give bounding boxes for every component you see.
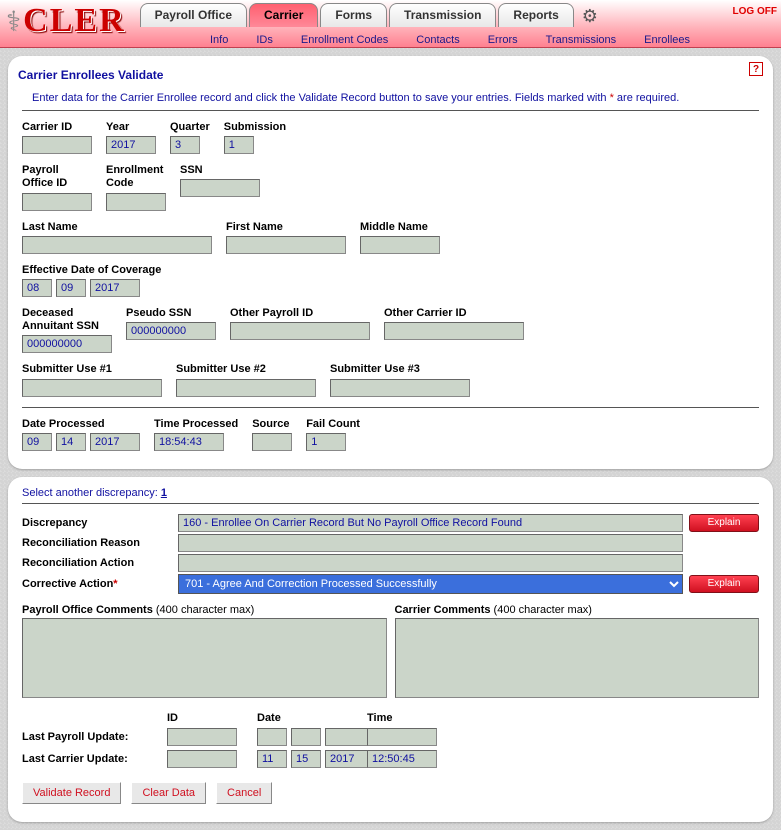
tab-forms[interactable]: Forms bbox=[320, 3, 387, 27]
recon-reason-value bbox=[178, 534, 683, 552]
select-discrepancy-row: Select another discrepancy: 1 bbox=[22, 487, 759, 499]
dp-mm-field[interactable] bbox=[22, 433, 52, 451]
validate-record-button[interactable]: Validate Record bbox=[22, 782, 121, 804]
other-carrier-id-field[interactable] bbox=[384, 322, 524, 340]
lcu-dd-field[interactable] bbox=[291, 750, 321, 768]
deceased-ssn-field[interactable] bbox=[22, 335, 112, 353]
explain-corrective-button[interactable]: Explain bbox=[689, 575, 759, 593]
pseudo-ssn-field[interactable] bbox=[126, 322, 216, 340]
subnav-contacts[interactable]: Contacts bbox=[416, 34, 459, 46]
carrier-id-field[interactable] bbox=[22, 136, 92, 154]
page-title: Carrier Enrollees Validate bbox=[18, 68, 759, 82]
sub-nav: Info IDs Enrollment Codes Contacts Error… bbox=[210, 34, 690, 46]
submitter-use-3-field[interactable] bbox=[330, 379, 470, 397]
clear-data-button[interactable]: Clear Data bbox=[131, 782, 206, 804]
top-nav: ⚕ CLER Payroll Office Carrier Forms Tran… bbox=[0, 0, 781, 48]
lpu-id-field[interactable] bbox=[167, 728, 237, 746]
first-name-field[interactable] bbox=[226, 236, 346, 254]
year-field[interactable] bbox=[106, 136, 156, 154]
time-processed-field[interactable] bbox=[154, 433, 224, 451]
last-name-field[interactable] bbox=[22, 236, 212, 254]
lcu-time-field[interactable] bbox=[367, 750, 437, 768]
submitter-use-1-field[interactable] bbox=[22, 379, 162, 397]
dp-yy-field[interactable] bbox=[90, 433, 140, 451]
caduceus-icon: ⚕ bbox=[6, 5, 21, 38]
tab-transmission[interactable]: Transmission bbox=[389, 3, 496, 27]
main-tabs: Payroll Office Carrier Forms Transmissio… bbox=[140, 3, 576, 27]
carrier-comments-textarea[interactable] bbox=[395, 618, 760, 698]
lcu-mm-field[interactable] bbox=[257, 750, 287, 768]
middle-name-field[interactable] bbox=[360, 236, 440, 254]
tab-reports[interactable]: Reports bbox=[498, 3, 573, 27]
eff-dd-field[interactable] bbox=[56, 279, 86, 297]
cancel-button[interactable]: Cancel bbox=[216, 782, 272, 804]
recon-action-value bbox=[178, 554, 683, 572]
app-logo: ⚕ CLER bbox=[0, 0, 132, 42]
lpu-dd-field[interactable] bbox=[291, 728, 321, 746]
subnav-errors[interactable]: Errors bbox=[488, 34, 518, 46]
submitter-use-2-field[interactable] bbox=[176, 379, 316, 397]
source-field[interactable] bbox=[252, 433, 292, 451]
payroll-office-id-field[interactable] bbox=[22, 193, 92, 211]
corrective-action-select[interactable]: 701 - Agree And Correction Processed Suc… bbox=[178, 574, 683, 594]
logoff-button[interactable]: LOG OFF bbox=[733, 6, 777, 17]
tab-carrier[interactable]: Carrier bbox=[249, 3, 318, 27]
subnav-enrollment-codes[interactable]: Enrollment Codes bbox=[301, 34, 388, 46]
subnav-info[interactable]: Info bbox=[210, 34, 228, 46]
explain-discrepancy-button[interactable]: Explain bbox=[689, 514, 759, 532]
lcu-id-field[interactable] bbox=[167, 750, 237, 768]
subnav-transmissions[interactable]: Transmissions bbox=[546, 34, 617, 46]
submission-field[interactable] bbox=[224, 136, 254, 154]
discrepancy-value: 160 - Enrollee On Carrier Record But No … bbox=[178, 514, 683, 532]
discrepancy-link[interactable]: 1 bbox=[161, 487, 167, 499]
eff-yy-field[interactable] bbox=[90, 279, 140, 297]
intro-text: Enter data for the Carrier Enrollee reco… bbox=[32, 92, 759, 104]
subnav-ids[interactable]: IDs bbox=[256, 34, 273, 46]
lpu-mm-field[interactable] bbox=[257, 728, 287, 746]
dp-dd-field[interactable] bbox=[56, 433, 86, 451]
gear-icon[interactable]: ⚙ bbox=[582, 6, 598, 27]
subnav-enrollees[interactable]: Enrollees bbox=[644, 34, 690, 46]
payroll-comments-textarea[interactable] bbox=[22, 618, 387, 698]
other-payroll-id-field[interactable] bbox=[230, 322, 370, 340]
enrollment-code-field[interactable] bbox=[106, 193, 166, 211]
fail-count-field[interactable] bbox=[306, 433, 346, 451]
discrepancy-panel: Select another discrepancy: 1 Discrepanc… bbox=[8, 477, 773, 822]
ssn-field[interactable] bbox=[180, 179, 260, 197]
enrollee-panel: Carrier Enrollees Validate ? Enter data … bbox=[8, 56, 773, 469]
tab-payroll-office[interactable]: Payroll Office bbox=[140, 3, 247, 27]
eff-mm-field[interactable] bbox=[22, 279, 52, 297]
app-name: CLER bbox=[23, 2, 125, 40]
lpu-time-field[interactable] bbox=[367, 728, 437, 746]
quarter-field[interactable] bbox=[170, 136, 200, 154]
help-icon[interactable]: ? bbox=[749, 62, 763, 76]
